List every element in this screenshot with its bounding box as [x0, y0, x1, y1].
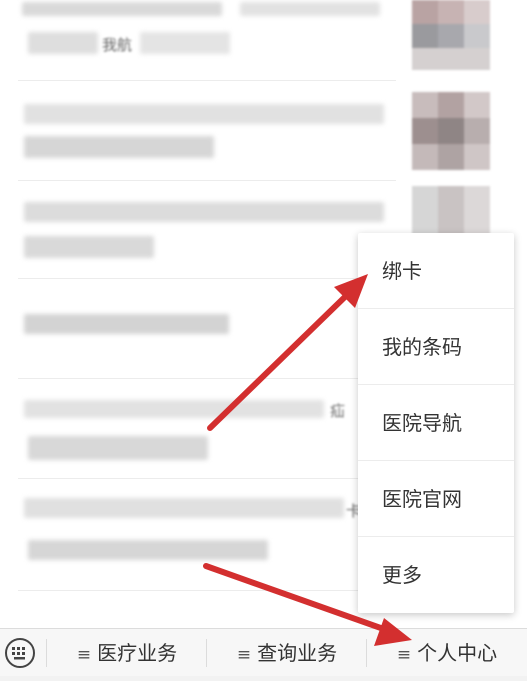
tab-label: 查询业务 — [257, 641, 338, 665]
feed-divider — [18, 80, 396, 81]
tab-separator — [46, 639, 47, 667]
blurred-fragment: 我航 — [102, 36, 133, 54]
blurred-fragment: 疝 — [330, 402, 346, 420]
blurred-text-line — [24, 202, 384, 222]
feed-divider — [18, 378, 396, 379]
menu-item-bind-card[interactable]: 绑卡 — [358, 233, 514, 309]
feed-divider — [18, 478, 396, 479]
menu-item-more[interactable]: 更多 — [358, 537, 514, 613]
menu-item-hospital-navigation[interactable]: 医院导航 — [358, 385, 514, 461]
blurred-text-line — [28, 540, 268, 560]
feed-divider — [18, 278, 396, 279]
tab-medical-services[interactable]: ≡ 医疗业务 — [48, 629, 206, 677]
blurred-text-line — [24, 400, 324, 418]
article-thumbnail — [412, 92, 490, 170]
blurred-text-line — [24, 314, 229, 334]
blurred-text-line — [28, 436, 208, 460]
personal-center-popup-menu: 绑卡 我的条码 医院导航 医院官网 更多 — [358, 233, 514, 613]
tab-label: 医疗业务 — [97, 641, 178, 665]
bottom-menu-bar: ≡ 医疗业务 ≡ 查询业务 ≡ 个人中心 — [0, 628, 527, 676]
menu-item-hospital-website[interactable]: 医院官网 — [358, 461, 514, 537]
article-thumbnail — [412, 0, 490, 70]
blurred-text-line — [24, 104, 384, 124]
blurred-text-line — [240, 2, 380, 16]
blurred-text-line — [140, 32, 230, 54]
tab-separator — [366, 639, 367, 667]
blurred-text-line — [24, 136, 214, 158]
keyboard-toggle-button[interactable] — [0, 629, 46, 677]
tab-query-services[interactable]: ≡ 查询业务 — [208, 629, 366, 677]
blurred-text-line — [22, 2, 222, 16]
blurred-text-line — [24, 498, 344, 518]
feed-divider — [18, 590, 396, 591]
article-thumbnail — [412, 186, 490, 236]
keyboard-icon — [5, 638, 35, 668]
blurred-text-line — [28, 32, 98, 54]
menu-lines-icon: ≡ — [76, 645, 92, 665]
blurred-text-line — [24, 236, 154, 258]
tab-label: 个人中心 — [417, 641, 498, 665]
menu-lines-icon: ≡ — [396, 645, 412, 665]
feed-divider — [18, 180, 396, 181]
menu-lines-icon: ≡ — [236, 645, 252, 665]
menu-item-my-barcode[interactable]: 我的条码 — [358, 309, 514, 385]
tab-personal-center[interactable]: ≡ 个人中心 — [368, 629, 526, 677]
tab-separator — [206, 639, 207, 667]
